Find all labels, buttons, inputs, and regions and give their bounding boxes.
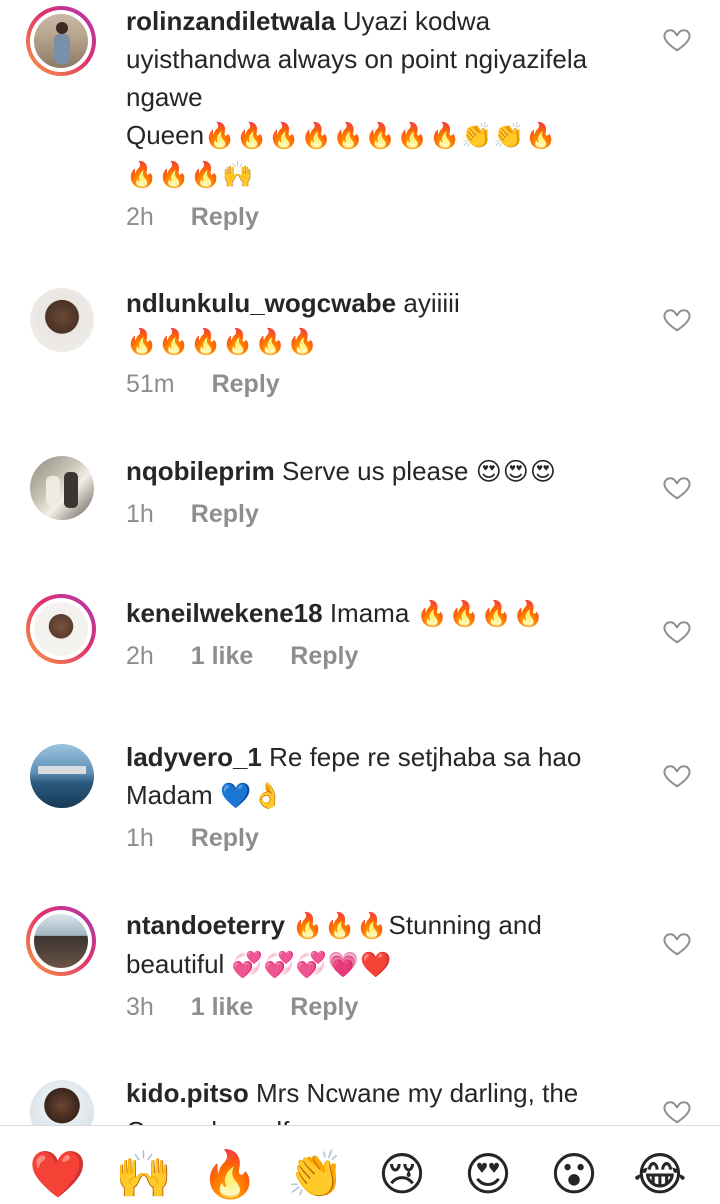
comment-time: 1h [126, 500, 154, 528]
comment-meta: 3h 1 like Reply [126, 990, 636, 1024]
comment-emoji: 🔥🔥🔥🔥🔥🔥 [126, 328, 319, 356]
comment-username[interactable]: kido.pitso [126, 1078, 249, 1108]
avatar[interactable] [26, 906, 96, 976]
reply-button[interactable]: Reply [290, 642, 358, 670]
comment-emoji: 🔥🔥🔥🔥🔥🔥🔥🔥👏👏🔥 [204, 122, 558, 150]
red-heart-emoji-icon[interactable]: ❤️ [28, 1144, 88, 1204]
raising-hands-emoji-icon[interactable]: 🙌 [114, 1144, 174, 1204]
emoji-reaction-bar: ❤️ 🙌 🔥 👏 😢 😍 😮 😂 [0, 1125, 720, 1200]
comment-body: ladyvero_1 Re fepe re setjhaba sa hao Ma… [126, 738, 636, 855]
reply-button[interactable]: Reply [191, 500, 259, 528]
comment-body: kido.pitso Mrs Ncwane my darling, the Qu… [126, 1074, 636, 1125]
comment-time: 2h [126, 642, 154, 670]
crying-face-emoji-icon[interactable]: 😢 [372, 1144, 432, 1204]
comment-text: Serve us please [282, 456, 469, 486]
clapping-hands-emoji-icon[interactable]: 👏 [286, 1144, 346, 1204]
avatar[interactable] [30, 744, 94, 808]
comment-body: ndlunkulu_wogcwabe ayiiiii 🔥🔥🔥🔥🔥🔥 51m Re… [126, 284, 636, 401]
likes-count[interactable]: 1 like [191, 642, 254, 670]
comment-emoji-line2: 🔥🔥🔥🙌 [126, 161, 255, 189]
avatar[interactable] [30, 1080, 94, 1125]
comment-time: 51m [126, 370, 175, 398]
comment-username[interactable]: ladyvero_1 [126, 742, 262, 772]
likes-count[interactable]: 1 like [191, 993, 254, 1021]
like-heart-icon[interactable] [662, 1096, 692, 1125]
comment-body: nqobileprim Serve us please 😍😍😍 1h Reply [126, 452, 636, 531]
reply-button[interactable]: Reply [191, 824, 259, 852]
like-heart-icon[interactable] [662, 616, 692, 646]
comment-body: rolinzandiletwala Uyazi kodwa uyisthandw… [126, 2, 636, 234]
comment-time: 3h [126, 993, 154, 1021]
comment-username[interactable]: nqobileprim [126, 456, 275, 486]
comment-text: ayiiiii [403, 288, 460, 318]
comment-emoji: 💞💞💞💗❤️ [231, 951, 393, 979]
comment-emoji-lead: 🔥🔥🔥 [292, 912, 389, 940]
comment-username[interactable]: ntandoeterry [126, 910, 285, 940]
avatar[interactable] [26, 594, 96, 664]
comments-list: rolinzandiletwala Uyazi kodwa uyisthandw… [0, 0, 720, 1125]
like-heart-icon[interactable] [662, 472, 692, 502]
like-heart-icon[interactable] [662, 304, 692, 334]
comment-meta: 51m Reply [126, 367, 636, 401]
comment-time: 2h [126, 203, 154, 231]
like-heart-icon[interactable] [662, 760, 692, 790]
comment-body: ntandoeterry 🔥🔥🔥Stunning and beautiful 💞… [126, 906, 636, 1024]
comment-meta: 2h Reply [126, 200, 636, 234]
comment-text: Imama [329, 598, 410, 628]
avatar[interactable] [30, 456, 94, 520]
comment-body: keneilwekene18 Imama 🔥🔥🔥🔥 2h 1 like Repl… [126, 594, 636, 673]
comment-username[interactable]: keneilwekene18 [126, 598, 323, 628]
comment-meta: 2h 1 like Reply [126, 639, 636, 673]
heart-eyes-emoji-icon[interactable]: 😍 [458, 1144, 518, 1204]
fire-emoji-icon[interactable]: 🔥 [200, 1144, 260, 1204]
comment-emoji: 💙👌 [219, 782, 285, 810]
reply-button[interactable]: Reply [191, 203, 259, 231]
comment-username[interactable]: rolinzandiletwala [126, 6, 336, 36]
comment-meta: 1h Reply [126, 821, 636, 855]
reply-button[interactable]: Reply [290, 993, 358, 1021]
surprised-face-emoji-icon[interactable]: 😮 [544, 1144, 604, 1204]
comment-time: 1h [126, 824, 154, 852]
comment-emoji: 😍😍😍 [475, 458, 557, 486]
comment-text-line2: Queen [126, 120, 205, 150]
comment-meta: 1h Reply [126, 497, 636, 531]
reply-button[interactable]: Reply [212, 370, 280, 398]
avatar[interactable] [26, 6, 96, 76]
avatar[interactable] [30, 288, 94, 352]
tears-of-joy-emoji-icon[interactable]: 😂 [630, 1144, 690, 1204]
comment-username[interactable]: ndlunkulu_wogcwabe [126, 288, 396, 318]
like-heart-icon[interactable] [662, 24, 692, 54]
comment-emoji: 🔥🔥🔥🔥 [416, 600, 546, 628]
like-heart-icon[interactable] [662, 928, 692, 958]
